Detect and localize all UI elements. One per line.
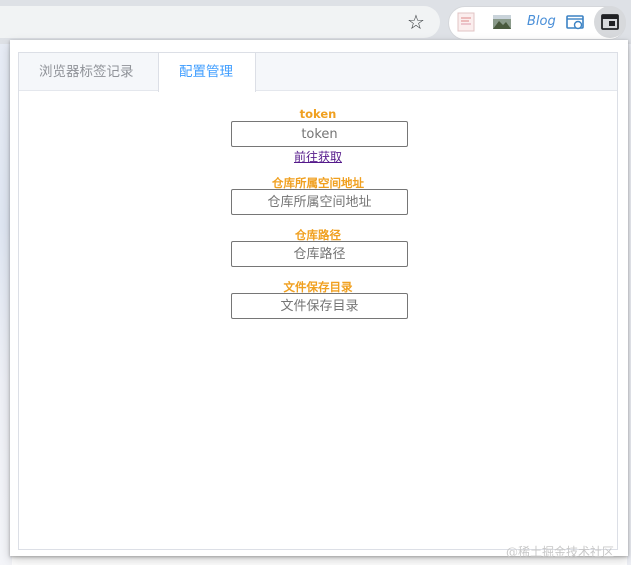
get-token-link[interactable]: 前往获取 bbox=[19, 148, 617, 165]
star-icon[interactable]: ☆ bbox=[404, 10, 428, 34]
token-input[interactable] bbox=[231, 121, 408, 147]
landscape-image-extension-icon[interactable] bbox=[492, 12, 512, 32]
tab-config-management[interactable]: 配置管理 bbox=[158, 53, 256, 92]
tab-bar: 浏览器标签记录 配置管理 bbox=[19, 53, 617, 92]
address-bar[interactable] bbox=[0, 6, 440, 38]
extension-popup: 浏览器标签记录 配置管理 token 前往获取 仓库所属空间地址 仓库路径 文件… bbox=[10, 40, 628, 556]
token-label: token bbox=[299, 107, 337, 121]
tab-browser-tab-records[interactable]: 浏览器标签记录 bbox=[19, 53, 159, 92]
sync-extension-icon[interactable] bbox=[565, 12, 585, 32]
watermark: @稀土掘金技术社区 bbox=[506, 545, 615, 559]
thumbnail-extension-icon[interactable] bbox=[456, 12, 476, 32]
namespace-input[interactable] bbox=[231, 189, 408, 215]
blog-extension-icon[interactable]: Blog bbox=[527, 12, 556, 32]
tabs-panel: 浏览器标签记录 配置管理 token 前往获取 仓库所属空间地址 仓库路径 文件… bbox=[18, 52, 618, 550]
save-dir-input[interactable] bbox=[231, 293, 408, 319]
repo-path-input[interactable] bbox=[231, 241, 408, 267]
browser-toolbar: ☆ Blog bbox=[0, 0, 631, 44]
tab-manager-extension-icon[interactable] bbox=[600, 12, 620, 32]
